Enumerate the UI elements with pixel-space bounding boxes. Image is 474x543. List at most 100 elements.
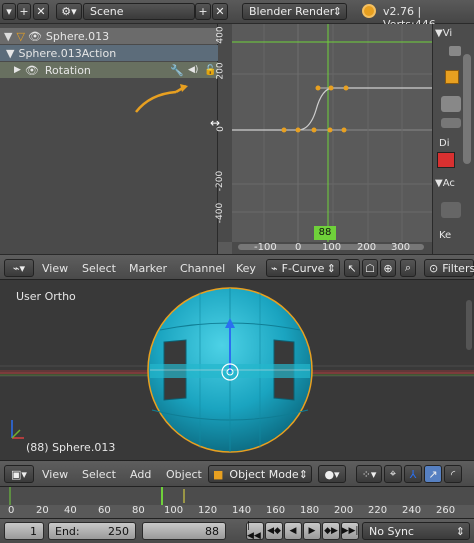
wrench-icon[interactable]: 🔧 <box>170 64 184 77</box>
search-icon[interactable]: ⌕ <box>400 259 416 277</box>
channel-action-row[interactable]: ▼ Sphere.013Action <box>0 45 218 61</box>
visibility-eye-icon[interactable]: 👁 <box>25 64 39 77</box>
timeline-tick: 140 <box>232 505 252 516</box>
graph-canvas[interactable] <box>218 24 432 254</box>
current-frame-field[interactable]: 88 <box>142 522 226 540</box>
add-layout-icon[interactable]: + <box>17 3 31 20</box>
timeline-tick: 60 <box>98 505 111 516</box>
dropdown-arrow-icon: ⇕ <box>326 261 336 275</box>
arrow-manipulator-icon[interactable]: ↗ <box>424 465 442 483</box>
timeline-area[interactable]: 0 20 40 60 80 100 120 140 160 180 200 22… <box>0 486 474 519</box>
translate-icon[interactable]: ⅄ <box>404 465 422 483</box>
expand-icon[interactable]: ▼ <box>4 30 12 43</box>
menu-add[interactable]: Add <box>130 468 151 481</box>
dropdown-arrow-icon: ⇕ <box>332 5 342 18</box>
y-tick-label: -200 <box>215 170 226 192</box>
viewport-3d[interactable]: User Ortho (88) Sphere.013 <box>0 280 474 460</box>
add-scene-icon[interactable]: + <box>195 3 211 20</box>
sync-mode-label: No Sync <box>369 524 414 538</box>
visibility-eye-icon[interactable]: 👁 <box>28 30 42 43</box>
timeline-tick: 220 <box>368 505 388 516</box>
editor-type-icon[interactable]: ⌁▾ <box>4 259 34 277</box>
view-mode-label: User Ortho <box>16 290 76 303</box>
timeline-tick: 260 <box>436 505 456 516</box>
object-cube-icon[interactable] <box>445 70 459 84</box>
cursor-tool-icon[interactable]: ↖ <box>344 259 360 277</box>
menu-view[interactable]: View <box>42 468 68 481</box>
filter-icon: ⊙ <box>429 261 439 275</box>
timeline-tick: 80 <box>132 505 145 516</box>
x-tick-label: 300 <box>391 242 411 253</box>
menu-select[interactable]: Select <box>82 468 116 481</box>
viewport-header: ▣▾ View Select Add Object ■ Object Mode … <box>0 460 474 486</box>
x-tick-label: 200 <box>357 242 377 253</box>
x-tick-label: 0 <box>295 242 302 253</box>
jump-next-key-icon[interactable]: ◆▶ <box>322 522 340 540</box>
shading-icon[interactable]: ●▾ <box>318 465 346 483</box>
graph-editor[interactable]: 400 200 0 -200 -400 88 -100 0 100 200 30… <box>210 24 432 254</box>
panel-drivers-label: Di <box>439 138 450 149</box>
pivot-icon[interactable]: ⁘▾ <box>356 465 382 483</box>
menu-view[interactable]: View <box>42 262 68 275</box>
zoom-icon[interactable]: ⊕ <box>380 259 396 277</box>
graph-editor-header: ⌁▾ View Select Marker Channel Key ⌁ F-Cu… <box>0 254 474 280</box>
menu-marker[interactable]: Marker <box>129 262 167 275</box>
scene-selector[interactable]: Scene <box>83 3 195 20</box>
top-info-bar: ▾ + ✕ ⚙▾ Scene + ✕ Blender Render ⇕ v2.7… <box>0 0 474 31</box>
jump-prev-key-icon[interactable]: ◀◆ <box>265 522 283 540</box>
jump-start-icon[interactable]: |◀◀ <box>246 521 264 541</box>
channel-rotation-row[interactable]: ▶ 👁 Rotation 🔧 ◀) 🔓 <box>0 62 218 78</box>
manipulator-toggle-icon[interactable]: ⌖ <box>384 465 402 483</box>
menu-channel[interactable]: Channel <box>180 262 225 275</box>
start-frame-field[interactable]: 1 <box>4 522 44 540</box>
render-engine-select[interactable]: Blender Render ⇕ <box>242 3 347 20</box>
editor-type-icon[interactable]: ▣▾ <box>4 465 34 483</box>
channel-object-row[interactable]: ▼ ▽ 👁 Sphere.013 <box>0 28 218 44</box>
curve-tool-icon[interactable] <box>441 202 461 218</box>
collapse-icon[interactable]: ▶ <box>14 65 21 75</box>
active-object-label: (88) Sphere.013 <box>26 441 116 454</box>
blender-logo-icon <box>362 4 376 18</box>
menu-object[interactable]: Object <box>166 468 202 481</box>
menu-select[interactable]: Select <box>82 262 116 275</box>
timeline-tick: 0 <box>8 505 15 516</box>
shelf-scrollbar[interactable] <box>463 54 471 164</box>
interaction-mode-select[interactable]: ■ Object Mode ⇕ <box>208 465 312 483</box>
timeline-tick: 180 <box>300 505 320 516</box>
object-icon: ▽ <box>16 29 25 43</box>
scene-name: Scene <box>90 5 124 18</box>
panel-active-keyframe-header[interactable]: ▼Ac <box>435 178 455 189</box>
color-swatch[interactable] <box>437 152 455 168</box>
ghost-icon[interactable]: ☖ <box>362 259 378 277</box>
play-reverse-icon[interactable]: ◀ <box>284 522 302 540</box>
filters-button[interactable]: ⊙ Filters <box>424 259 474 277</box>
x-tick-label: 100 <box>322 242 342 253</box>
timeline-tick: 120 <box>198 505 218 516</box>
delete-scene-icon[interactable]: ✕ <box>212 3 228 20</box>
layout-toggle-icon[interactable]: ▾ <box>2 3 16 20</box>
slider-icon[interactable] <box>441 118 461 128</box>
viewport-canvas[interactable] <box>0 280 474 460</box>
mode-select[interactable]: ⌁ F-Curve ⇕ <box>266 259 340 277</box>
rotate-manipulator-icon[interactable]: ◜ <box>444 465 462 483</box>
y-tick-label: -400 <box>215 202 226 224</box>
channel-object-label: Sphere.013 <box>45 29 110 43</box>
panel-view-header[interactable]: ▼Vi <box>435 28 452 39</box>
sync-mode-select[interactable]: No Sync ⇕ <box>362 522 470 540</box>
graph-icon[interactable] <box>441 96 461 112</box>
delete-layout-icon[interactable]: ✕ <box>33 3 49 20</box>
end-frame-field[interactable]: End: 250 <box>48 522 136 540</box>
toggle-icon[interactable] <box>449 46 461 56</box>
panel-keyframe-label: Ke <box>439 230 452 241</box>
object-mode-icon: ■ <box>213 467 224 481</box>
mute-icon[interactable]: ◀) <box>188 65 198 75</box>
timeline-tick: 200 <box>334 505 354 516</box>
scene-type-icon[interactable]: ⚙▾ <box>56 3 82 20</box>
play-icon[interactable]: ▶ <box>303 522 321 540</box>
lock-icon[interactable]: 🔓 <box>204 65 216 76</box>
menu-key[interactable]: Key <box>236 262 256 275</box>
expand-icon[interactable]: ▼ <box>6 47 14 60</box>
current-frame-value: 88 <box>205 524 219 538</box>
jump-end-icon[interactable]: ▶▶| <box>341 522 359 540</box>
filters-label: Filters <box>442 261 474 275</box>
